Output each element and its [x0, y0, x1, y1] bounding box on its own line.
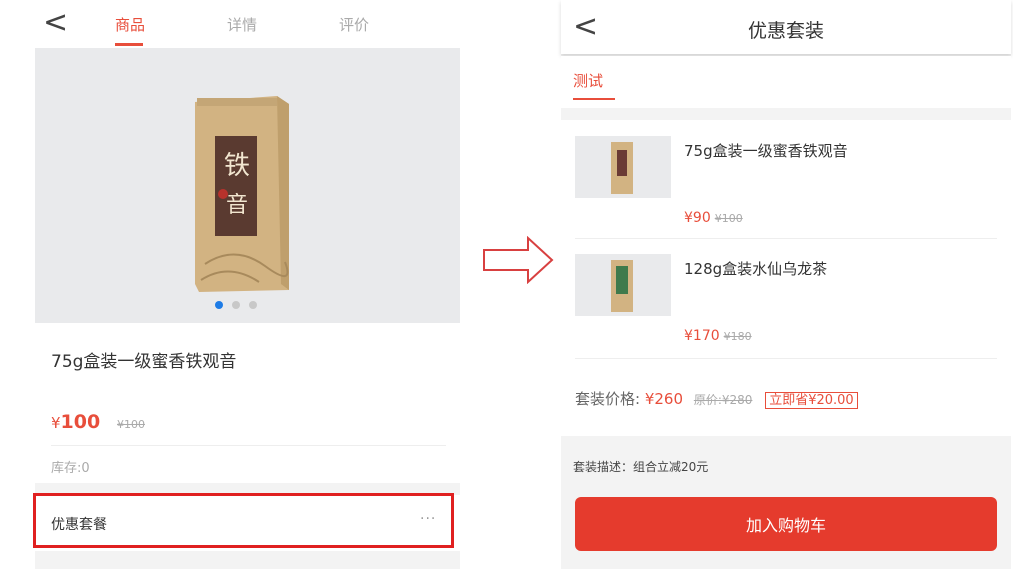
add-to-cart-button[interactable]: 加入购物车 [575, 497, 997, 551]
carousel-dot[interactable] [215, 301, 223, 309]
item-title: 75g盒装一级蜜香铁观音 [684, 142, 848, 160]
original-price: 原价:¥280 [693, 393, 753, 407]
product-detail-screen: < 商品 详情 评价 铁 音 75g盒装一级蜜香铁观音 ¥100 ¥100 库存… [35, 0, 460, 569]
tab-test[interactable]: 测试 [573, 70, 603, 91]
item-price: ¥90 ¥100 [684, 210, 743, 226]
package-total: 套装价格: ¥260 原价:¥280 立即省¥20.00 [575, 388, 858, 409]
right-arrow-icon [483, 236, 554, 284]
divider [575, 358, 997, 359]
product-price: ¥100 [51, 411, 101, 433]
product-info: 75g盒装一级蜜香铁观音 ¥100 ¥100 库存:0 [35, 323, 460, 483]
svg-text:音: 音 [226, 193, 248, 218]
tab-reviews[interactable]: 评价 [339, 14, 369, 35]
page-title: 优惠套装 [747, 20, 824, 42]
list-item[interactable]: 75g盒装一级蜜香铁观音 ¥90 ¥100 [561, 120, 1011, 238]
active-tab-indicator [573, 98, 615, 100]
combo-package-screen: < 优惠套装 测试 75g盒装一级蜜香铁观音 ¥90 ¥100 128g盒装水仙… [561, 0, 1011, 569]
item-price: ¥170 ¥180 [684, 328, 752, 344]
product-image-carousel[interactable]: 铁 音 [35, 48, 460, 323]
total-label: 套装价格: [575, 390, 641, 408]
top-nav: < 优惠套装 [561, 0, 1011, 54]
item-title: 128g盒装水仙乌龙茶 [684, 260, 828, 278]
divider [51, 445, 446, 446]
active-tab-indicator [115, 43, 143, 46]
list-item[interactable]: 128g盒装水仙乌龙茶 ¥170 ¥180 [561, 238, 1011, 356]
tab-details[interactable]: 详情 [227, 14, 257, 35]
product-old-price: ¥100 [117, 418, 145, 431]
carousel-dot[interactable] [232, 301, 240, 309]
tab-product[interactable]: 商品 [115, 14, 145, 35]
product-name: 75g盒装一级蜜香铁观音 [51, 352, 237, 372]
savings-badge: 立即省¥20.00 [765, 392, 858, 409]
stock-count: 库存:0 [51, 461, 90, 476]
top-nav: < 商品 详情 评价 [35, 0, 460, 48]
svg-text:铁: 铁 [224, 151, 250, 181]
product-thumbnail [575, 136, 671, 198]
back-icon[interactable]: < [43, 8, 68, 38]
package-item-list: 75g盒装一级蜜香铁观音 ¥90 ¥100 128g盒装水仙乌龙茶 ¥170 ¥18… [561, 120, 1011, 436]
highlight-box [33, 493, 454, 548]
product-thumbnail [575, 254, 671, 316]
package-description: 套装描述：组合立减20元 [573, 460, 709, 474]
carousel-dots [215, 301, 257, 309]
total-price: ¥260 [644, 390, 684, 408]
package-tabs: 测试 [561, 56, 1011, 108]
carousel-dot[interactable] [249, 301, 257, 309]
tea-box-image: 铁 音 [195, 96, 289, 292]
